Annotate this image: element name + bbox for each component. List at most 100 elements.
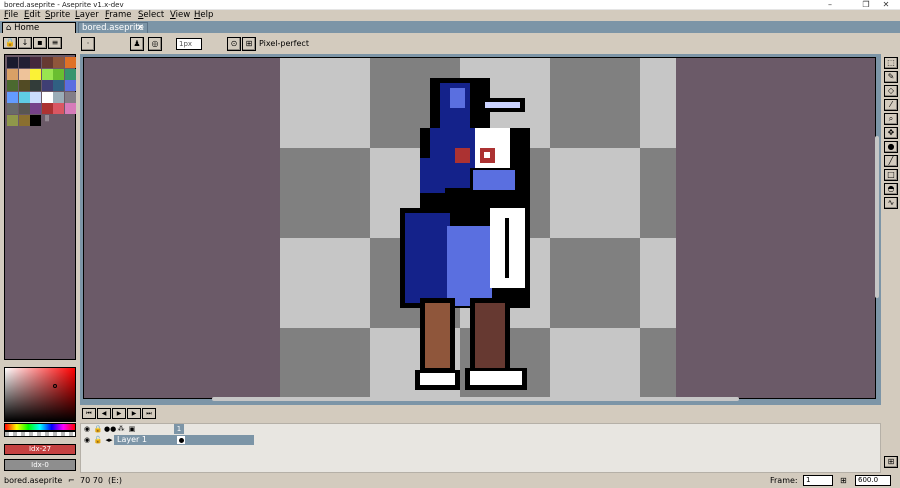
palette-swatch[interactable] xyxy=(18,57,30,68)
palette-swatch[interactable] xyxy=(53,91,64,103)
layer-lock-icon[interactable]: 🔓 xyxy=(93,435,103,445)
palette-swatch[interactable] xyxy=(30,80,41,91)
eyedropper-tool-icon[interactable]: ⁄ xyxy=(884,99,898,111)
palette-swatch[interactable] xyxy=(30,114,41,126)
line-tool-icon[interactable]: ╱ xyxy=(884,155,898,167)
blur-tool-icon[interactable]: ∿ xyxy=(884,197,898,209)
hue-slider[interactable] xyxy=(4,423,76,431)
alpha-slider[interactable] xyxy=(4,431,76,437)
dynamics-icon[interactable]: ◎ xyxy=(148,37,162,51)
palette-swatch[interactable] xyxy=(53,80,64,91)
palette-swatch[interactable] xyxy=(64,103,76,114)
menu-help[interactable]: Help xyxy=(194,10,213,21)
palette-swatch[interactable] xyxy=(18,114,30,126)
prev-frame-button[interactable]: ◀ xyxy=(97,408,111,419)
lock-header-icon[interactable]: 🔒 xyxy=(93,424,103,434)
contour-tool-icon[interactable]: ◓ xyxy=(884,183,898,195)
palette-swatch[interactable] xyxy=(7,68,18,80)
first-frame-button[interactable]: ⏮ xyxy=(82,408,96,419)
menu-layer[interactable]: Layer xyxy=(75,10,99,21)
sprite-canvas[interactable] xyxy=(280,58,676,398)
palette-swatch[interactable] xyxy=(64,80,76,91)
tab-home[interactable]: ⌂ Home xyxy=(2,22,76,33)
palette-swatch[interactable] xyxy=(30,103,41,114)
layer-settings-icon[interactable]: ⁂ xyxy=(116,424,126,434)
close-tab-icon[interactable]: ✕ xyxy=(137,23,144,34)
palette-swatch[interactable] xyxy=(41,80,53,91)
color-picker-field[interactable] xyxy=(4,367,76,422)
timeline-toggle-icon[interactable]: ⊞ xyxy=(884,456,898,468)
vertical-scrollbar[interactable] xyxy=(875,136,879,298)
pattern-icon[interactable]: ⊞ xyxy=(242,37,256,51)
rectangle-tool-icon[interactable]: □ xyxy=(884,169,898,181)
brush-type-icon[interactable]: · xyxy=(81,37,95,51)
menu-file[interactable]: File xyxy=(4,10,18,21)
zoom-tool-icon[interactable]: ⌕ xyxy=(884,113,898,125)
pencil-tool-icon[interactable]: ✎ xyxy=(884,71,898,83)
palette-swatch[interactable] xyxy=(18,68,30,80)
frame-number-header[interactable]: 1 xyxy=(174,424,184,434)
palette-swatch[interactable] xyxy=(30,57,41,68)
pixel-perfect-label[interactable]: Pixel-perfect xyxy=(259,38,309,50)
palette-swatch[interactable] xyxy=(64,91,76,103)
frame-input[interactable]: 1 xyxy=(803,475,833,486)
visibility-header-icon[interactable]: ◉ xyxy=(82,424,92,434)
lock-icon[interactable]: 🔒 xyxy=(3,37,17,49)
options-icon[interactable]: ≡ xyxy=(48,37,62,49)
palette-swatch[interactable] xyxy=(41,68,53,80)
palette-swatch[interactable] xyxy=(53,57,64,68)
frame-label: Frame: xyxy=(770,476,798,485)
palette-swatch[interactable] xyxy=(53,103,64,114)
picker-cursor[interactable] xyxy=(53,384,57,388)
palette-swatch[interactable] xyxy=(41,91,53,103)
continuous-header-icon[interactable]: ●● xyxy=(104,424,116,434)
palette-swatch[interactable] xyxy=(7,103,18,114)
background-color-button[interactable]: Idx-0 xyxy=(4,459,76,471)
move-tool-icon[interactable]: ✥ xyxy=(884,127,898,139)
next-frame-button[interactable]: ▶ xyxy=(127,408,141,419)
sort-icon[interactable]: ↓ xyxy=(18,37,32,49)
palette-swatch[interactable] xyxy=(7,80,18,91)
tab-file[interactable]: bored.aseprite ✕ xyxy=(78,22,148,33)
palette-swatch[interactable] xyxy=(64,57,76,68)
palette-swatch[interactable] xyxy=(41,57,53,68)
marquee-tool-icon[interactable]: ⬚ xyxy=(884,57,898,69)
layer-visibility-icon[interactable]: ◉ xyxy=(82,435,92,445)
play-button[interactable]: ▶ xyxy=(112,408,126,419)
add-frame-icon[interactable]: ⊞ xyxy=(840,475,847,486)
menu-select[interactable]: Select xyxy=(138,10,164,21)
foreground-color-button[interactable]: Idx-27 xyxy=(4,444,76,455)
palette-swatch[interactable] xyxy=(53,68,64,80)
color-palette[interactable]: || xyxy=(4,54,76,360)
menu-frame[interactable]: Frame xyxy=(105,10,132,21)
layers-area[interactable]: ◉ 🔒 ●● ⁂ ▣ 1 ◉ 🔓 ◂▸ Layer 1 xyxy=(80,423,881,473)
frame-settings-icon[interactable]: ▣ xyxy=(127,424,137,434)
presets-icon[interactable]: ▪ xyxy=(33,37,47,49)
fill-tool-icon[interactable]: ● xyxy=(884,141,898,153)
layer-continuous-icon[interactable]: ◂▸ xyxy=(104,435,114,445)
zoom-input[interactable]: 600.0 xyxy=(855,475,891,486)
palette-swatch[interactable] xyxy=(7,114,18,126)
palette-swatch[interactable] xyxy=(41,103,53,114)
minimize-button[interactable]: – xyxy=(816,0,844,10)
last-frame-button[interactable]: ⏭ xyxy=(142,408,156,419)
horizontal-scrollbar[interactable] xyxy=(212,397,739,401)
menu-sprite[interactable]: Sprite xyxy=(45,10,70,21)
symmetry-icon[interactable]: ⊙ xyxy=(227,37,241,51)
ink-icon[interactable]: ♟ xyxy=(130,37,144,51)
cel-frame-1[interactable] xyxy=(176,435,186,445)
close-window-button[interactable]: ✕ xyxy=(872,0,900,10)
brush-size-input[interactable]: 1px xyxy=(176,38,202,50)
eraser-tool-icon[interactable]: ◇ xyxy=(884,85,898,97)
palette-swatch[interactable] xyxy=(30,91,41,103)
palette-swatch[interactable] xyxy=(7,57,18,68)
palette-swatch[interactable] xyxy=(30,68,41,80)
palette-swatch[interactable] xyxy=(18,91,30,103)
palette-swatch[interactable] xyxy=(18,103,30,114)
palette-swatch[interactable] xyxy=(64,68,76,80)
menu-edit[interactable]: Edit xyxy=(24,10,40,21)
canvas-viewport[interactable] xyxy=(83,57,876,399)
palette-swatch[interactable] xyxy=(7,91,18,103)
palette-swatch[interactable] xyxy=(18,80,30,91)
menu-view[interactable]: View xyxy=(170,10,190,21)
